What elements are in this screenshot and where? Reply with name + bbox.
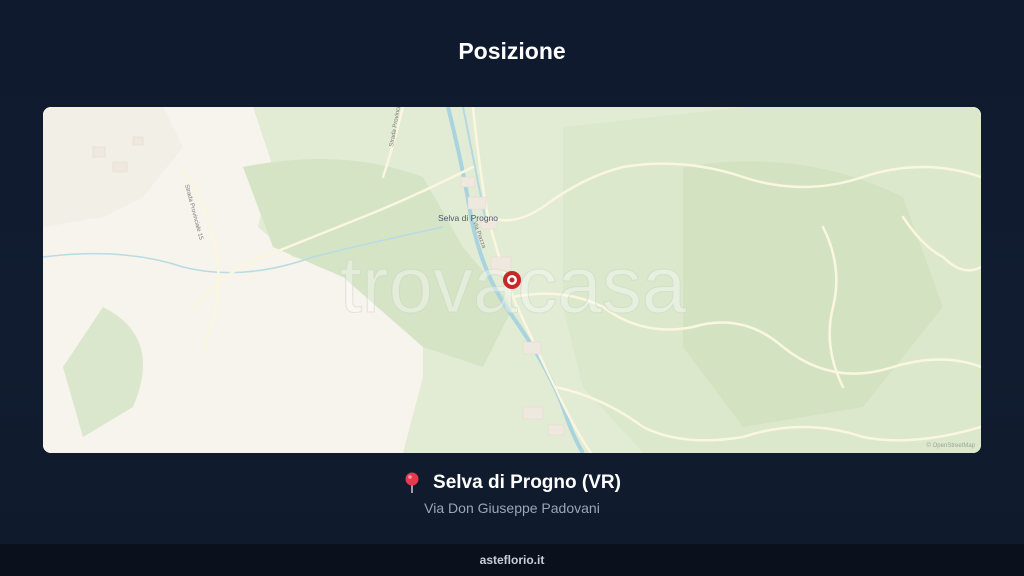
round-pushpin-icon [403,472,421,494]
footer: asteflorio.it [0,544,1024,576]
location-address: Via Don Giuseppe Padovani [424,500,600,516]
footer-brand[interactable]: asteflorio.it [480,553,545,567]
page-title: Posizione [458,38,566,64]
location-heading: Selva di Progno (VR) [0,472,1024,494]
location-name: Selva di Progno (VR) [433,472,621,493]
map-attribution: © OpenStreetMap [927,442,976,449]
map-place-label: Selva di Progno [438,213,498,223]
location-map[interactable]: trovacasa Selva di Progno Strada Provinc… [43,107,981,453]
location-marker[interactable] [503,271,521,289]
